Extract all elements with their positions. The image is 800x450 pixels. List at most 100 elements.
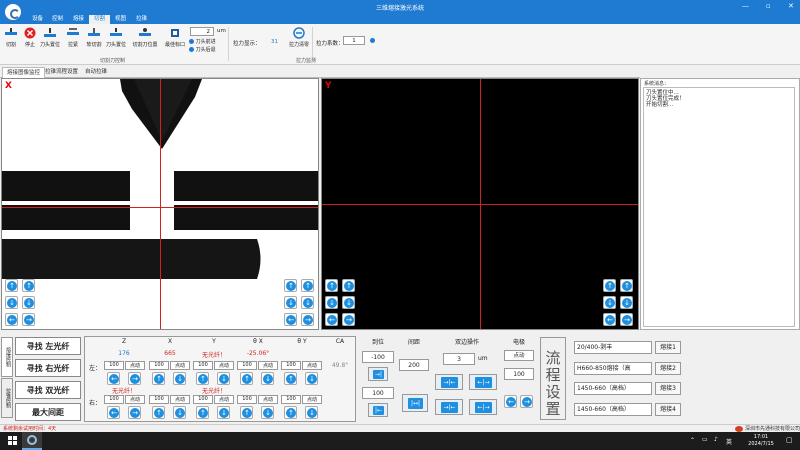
thx-left-jog-button[interactable]: 点动 xyxy=(258,361,278,370)
move-left-button[interactable]: ← xyxy=(5,313,18,326)
x-right-move-up[interactable]: ↑ xyxy=(152,406,165,419)
program-select-3[interactable]: 1450-660（高档） xyxy=(574,382,652,395)
dual-close-button[interactable]: →|← xyxy=(435,374,463,390)
z-right-jog-button[interactable]: 点动 xyxy=(125,395,145,404)
move-right-button[interactable]: → xyxy=(301,313,314,326)
gap-input[interactable]: 200 xyxy=(399,359,429,371)
move-down-button[interactable]: ↓ xyxy=(620,296,633,309)
process-settings-button[interactable]: 流程设置 xyxy=(540,337,566,420)
menu-control[interactable]: 控制 xyxy=(47,15,68,24)
side-tab-taper[interactable]: 拉锥控制 xyxy=(1,378,13,418)
move-up-button[interactable]: ↑ xyxy=(5,279,18,292)
move-up-button[interactable]: ↑ xyxy=(301,279,314,292)
x-left-step-input[interactable]: 100 xyxy=(149,361,169,370)
move-down-button[interactable]: ↓ xyxy=(301,296,314,309)
app-taskbar-button[interactable] xyxy=(22,432,42,450)
x-right-jog-button[interactable]: 点动 xyxy=(170,395,190,404)
x-right-step-input[interactable]: 100 xyxy=(149,395,169,404)
find-right-fiber-button[interactable]: 寻找 右光纤 xyxy=(15,359,81,377)
move-up-button[interactable]: ↑ xyxy=(603,279,616,292)
y-right-step-input[interactable]: 100 xyxy=(193,395,213,404)
thx-right-jog-button[interactable]: 点动 xyxy=(258,395,278,404)
dual-open-button[interactable]: ←|→ xyxy=(469,374,497,390)
best-port-button[interactable]: 最佳标口 xyxy=(160,27,190,48)
side-tab-splice[interactable]: 熔接控制 xyxy=(1,337,13,377)
y-left-move-up[interactable]: ↑ xyxy=(196,372,209,385)
blade-position-button[interactable]: 切割刀位置 xyxy=(129,27,161,48)
blade-reset-button[interactable]: 刀头置位 xyxy=(103,27,129,48)
electrode-step-input[interactable]: 100 xyxy=(504,368,534,380)
x-left-move-up[interactable]: ↑ xyxy=(152,372,165,385)
tab-auto-taper[interactable]: 自动拉锥 xyxy=(81,67,111,78)
x-right-move-down[interactable]: ↓ xyxy=(173,406,186,419)
y-right-move-up[interactable]: ↑ xyxy=(196,406,209,419)
windows-start-icon[interactable] xyxy=(8,436,18,446)
y-right-move-down[interactable]: ↓ xyxy=(217,406,230,419)
move-up-button[interactable]: ↑ xyxy=(325,279,338,292)
splice-2-button[interactable]: 熔接2 xyxy=(655,362,681,375)
volume-icon[interactable]: ♪ xyxy=(714,436,718,443)
position-right-input[interactable]: 100 xyxy=(362,387,394,399)
move-right-button[interactable]: → xyxy=(620,313,633,326)
blade-step-input[interactable]: 2 xyxy=(190,27,214,36)
notification-icon[interactable]: ▢ xyxy=(786,436,793,444)
z-left-move-left[interactable]: ← xyxy=(107,372,120,385)
move-up-button[interactable]: ↑ xyxy=(22,279,35,292)
position-left-button[interactable]: →| xyxy=(368,367,388,381)
z-left-jog-button[interactable]: 点动 xyxy=(125,361,145,370)
menu-cleave[interactable]: 切割 xyxy=(89,15,111,24)
thy-right-move-up[interactable]: ↑ xyxy=(284,406,297,419)
splice-3-button[interactable]: 熔接3 xyxy=(655,382,681,395)
network-icon[interactable]: ▭ xyxy=(702,436,708,443)
dual-open-fast-button[interactable]: ←|→ xyxy=(469,399,497,415)
move-left-button[interactable]: ← xyxy=(603,313,616,326)
find-left-fiber-button[interactable]: 寻找 左光纤 xyxy=(15,337,81,355)
tension-zero-button[interactable]: 拉力清零 xyxy=(286,27,312,48)
electrode-jog-button[interactable]: 点动 xyxy=(504,350,534,361)
z-left-step-input[interactable]: 100 xyxy=(104,361,124,370)
thy-left-move-up[interactable]: ↑ xyxy=(284,372,297,385)
electrode-move-right[interactable]: → xyxy=(520,395,533,408)
tension-coef-input[interactable]: 1 xyxy=(343,36,365,45)
thx-right-move-down[interactable]: ↓ xyxy=(261,406,274,419)
y-left-step-input[interactable]: 100 xyxy=(193,361,213,370)
z-left-move-right[interactable]: → xyxy=(128,372,141,385)
y-left-jog-button[interactable]: 点动 xyxy=(214,361,234,370)
position-left-input[interactable]: -100 xyxy=(362,351,394,363)
move-right-button[interactable]: → xyxy=(22,313,35,326)
max-gap-button[interactable]: 最大间距 xyxy=(15,403,81,421)
thy-right-step-input[interactable]: 100 xyxy=(281,395,301,404)
move-down-button[interactable]: ↓ xyxy=(284,296,297,309)
menu-taper[interactable]: 拉锥 xyxy=(131,15,152,24)
z-right-move-right[interactable]: → xyxy=(128,406,141,419)
x-left-jog-button[interactable]: 点动 xyxy=(170,361,190,370)
maximize-button[interactable]: ▫ xyxy=(766,2,771,10)
dual-step-input[interactable]: 3 xyxy=(443,353,475,365)
thx-right-move-up[interactable]: ↑ xyxy=(240,406,253,419)
electrode-move-left[interactable]: ← xyxy=(504,395,517,408)
move-left-button[interactable]: ← xyxy=(325,313,338,326)
blade-forward-radio[interactable]: 刀头前进 xyxy=(189,38,216,45)
thx-left-move-up[interactable]: ↑ xyxy=(240,372,253,385)
tab-taper-settings[interactable]: 拉锥流程设置 xyxy=(41,67,82,78)
move-down-button[interactable]: ↓ xyxy=(5,296,18,309)
program-select-1[interactable]: 20/400-剥丰 xyxy=(574,341,652,354)
program-select-4[interactable]: 1450-660（高档） xyxy=(574,403,652,416)
minimize-button[interactable]: — xyxy=(742,2,749,10)
move-down-button[interactable]: ↓ xyxy=(342,296,355,309)
move-left-button[interactable]: ← xyxy=(284,313,297,326)
move-right-button[interactable]: → xyxy=(342,313,355,326)
y-right-jog-button[interactable]: 点动 xyxy=(214,395,234,404)
input-language[interactable]: 英 xyxy=(726,437,732,446)
splice-4-button[interactable]: 熔接4 xyxy=(655,403,681,416)
thy-left-move-down[interactable]: ↓ xyxy=(305,372,318,385)
x-left-move-down[interactable]: ↓ xyxy=(173,372,186,385)
thx-left-step-input[interactable]: 100 xyxy=(237,361,257,370)
clock-time[interactable]: 17:01 xyxy=(748,434,774,440)
clock-date[interactable]: 2024/7/15 xyxy=(742,441,780,447)
menu-device[interactable]: 设备 xyxy=(27,15,48,24)
move-down-button[interactable]: ↓ xyxy=(22,296,35,309)
gap-apply-button[interactable]: |↔| xyxy=(402,394,428,412)
thy-right-jog-button[interactable]: 点动 xyxy=(302,395,322,404)
thy-right-move-down[interactable]: ↓ xyxy=(305,406,318,419)
